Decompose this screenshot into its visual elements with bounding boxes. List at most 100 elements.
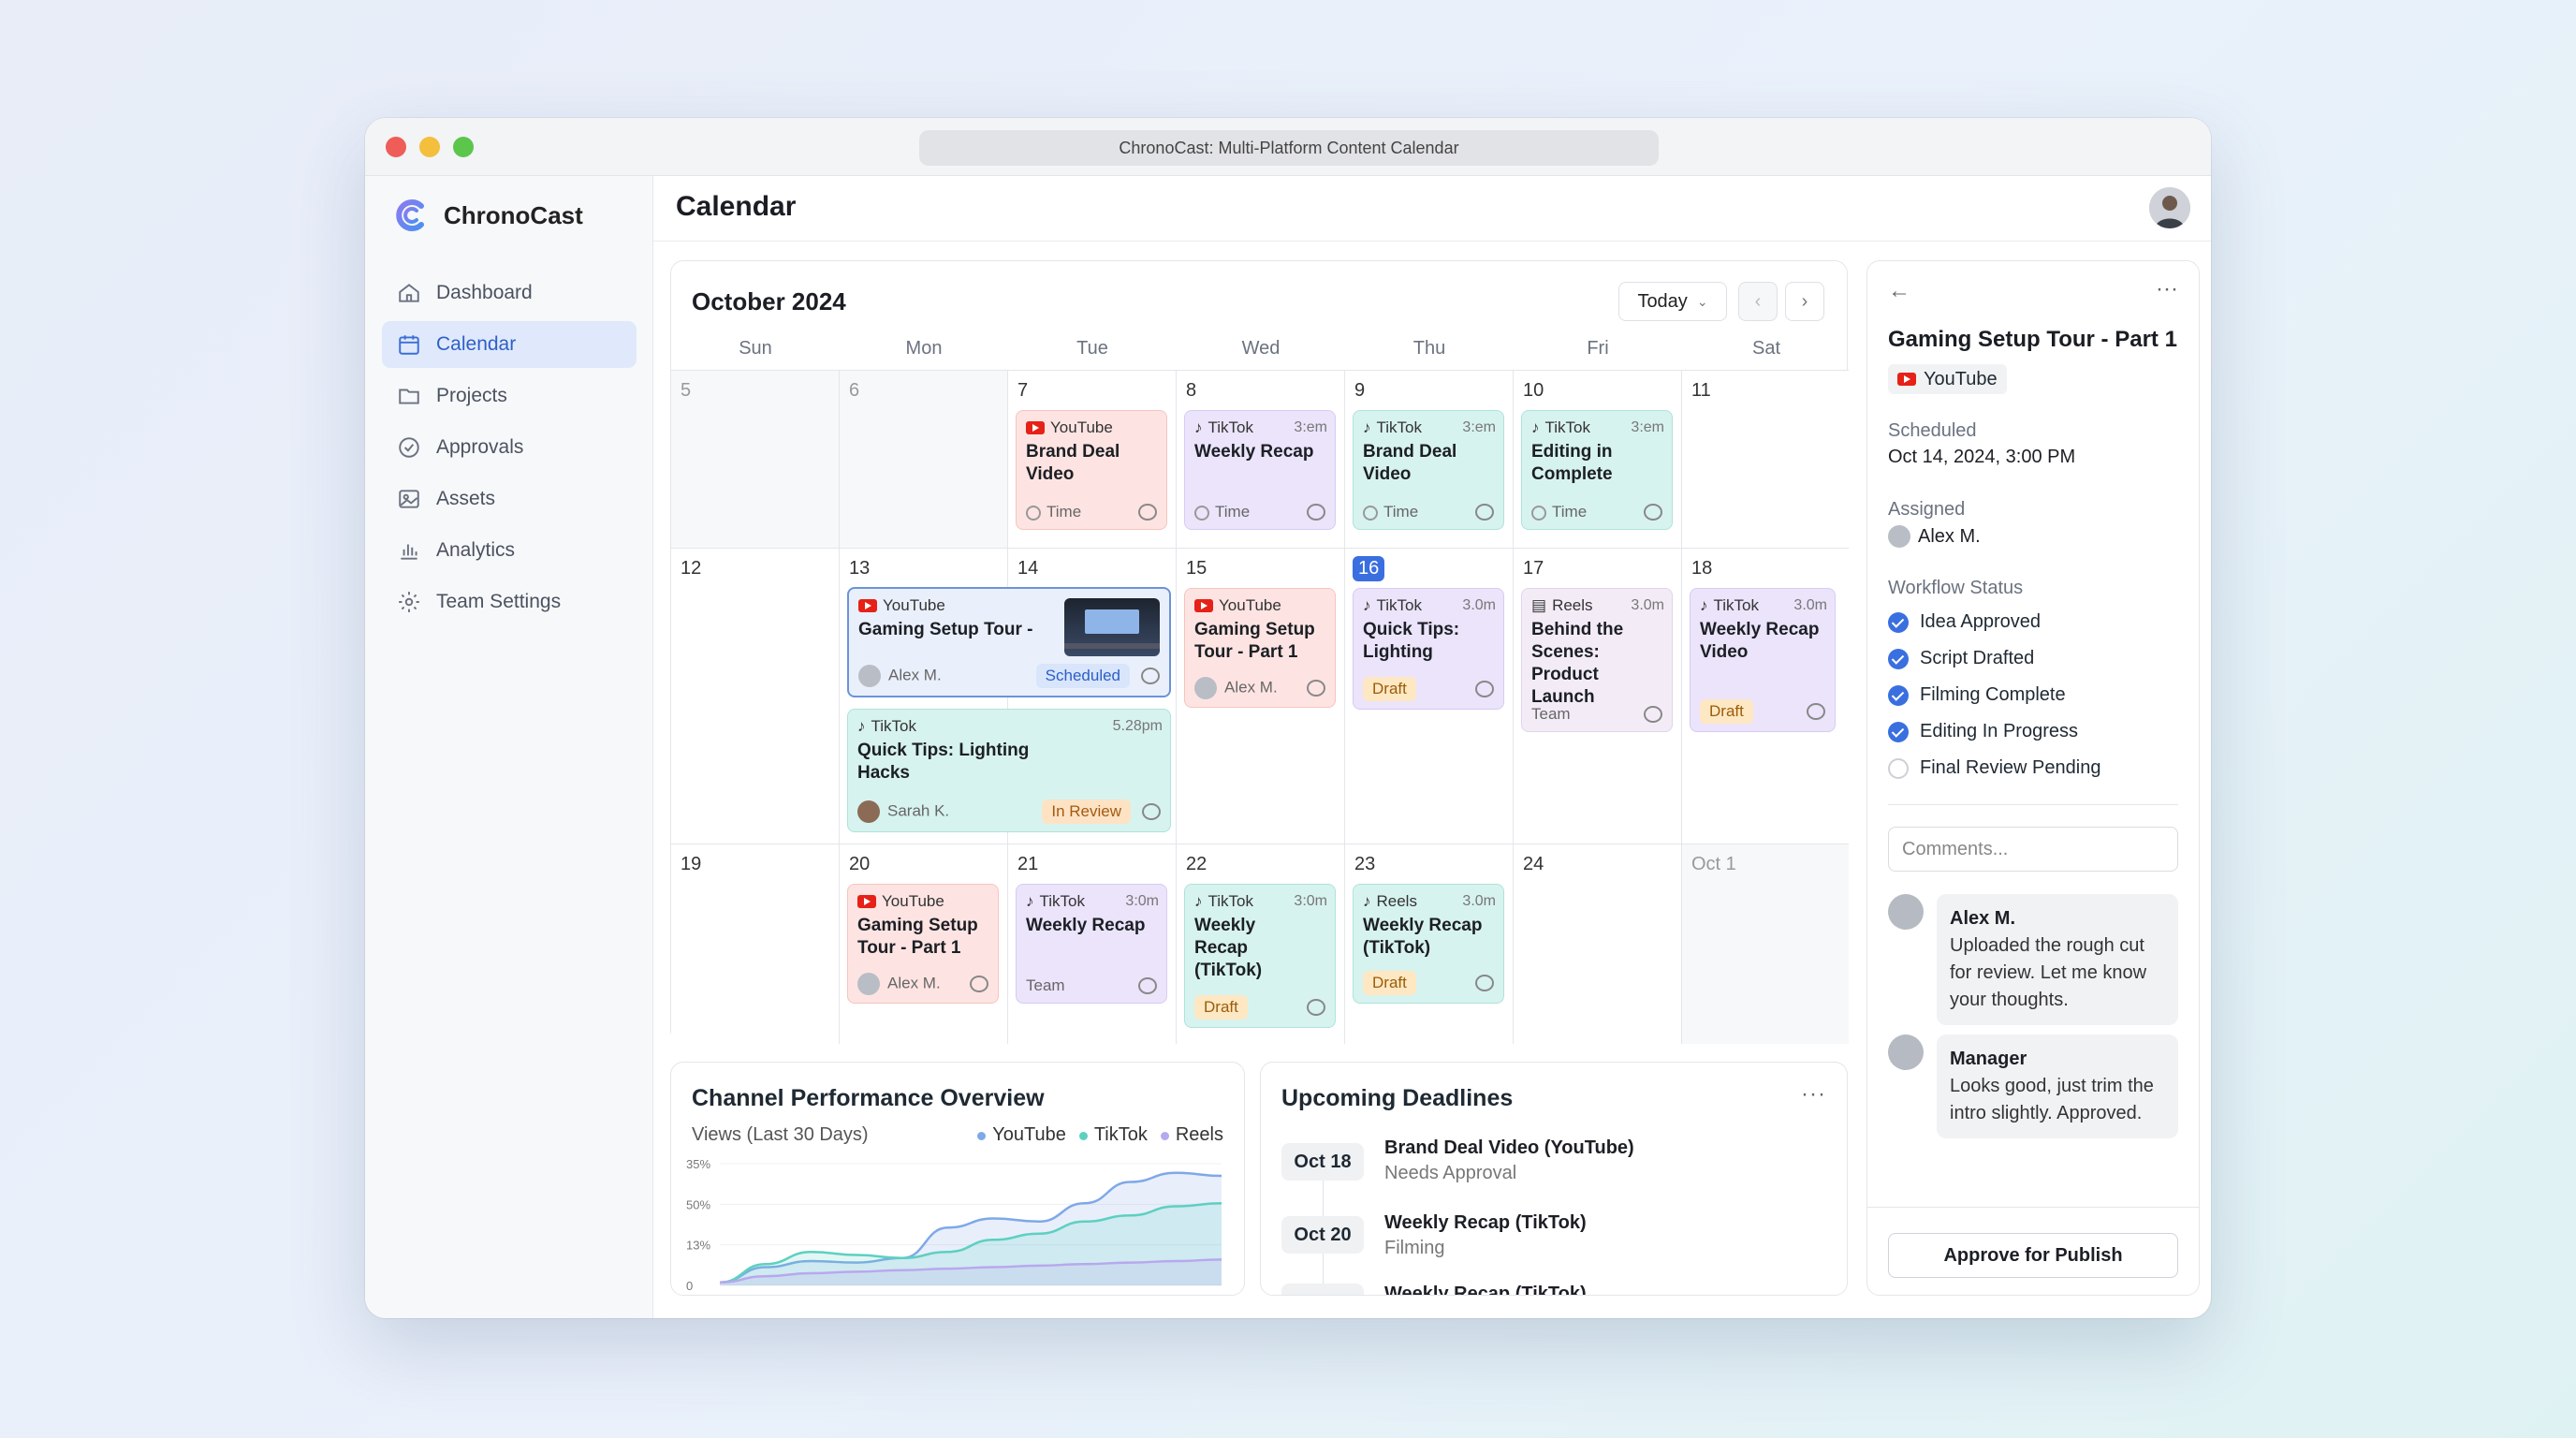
sidebar-item-dashboard[interactable]: Dashboard bbox=[382, 270, 637, 316]
close-window-button[interactable] bbox=[386, 137, 406, 157]
sidebar-item-team-settings[interactable]: Team Settings bbox=[382, 579, 637, 625]
next-month-button[interactable]: › bbox=[1785, 282, 1824, 321]
weekday-label: Fri bbox=[1587, 338, 1609, 359]
day-cell[interactable]: 6 bbox=[840, 370, 1008, 548]
event-card[interactable]: ♪ TikTok 3:0m Weekly Recap (TikTok) Draft bbox=[1184, 884, 1336, 1028]
maximize-window-button[interactable] bbox=[453, 137, 474, 157]
day-cell[interactable]: 18 ♪ TikTok 3.0m Weekly Recap Video Draft bbox=[1682, 548, 1849, 844]
event-card[interactable]: YouTube Gaming Setup Tour - Part 1 Alex … bbox=[1184, 588, 1336, 708]
folder-icon bbox=[399, 389, 419, 404]
comment-icon[interactable] bbox=[970, 976, 988, 992]
weekday-label: Mon bbox=[905, 338, 943, 359]
day-cell[interactable]: 22 ♪ TikTok 3:0m Weekly Recap (TikTok) Dr… bbox=[1177, 844, 1345, 1044]
sidebar-item-assets[interactable]: Assets bbox=[382, 476, 637, 522]
event-footer: Team bbox=[1026, 976, 1157, 995]
day-cell[interactable]: 8 ♪ TikTok 3:em Weekly Recap Time bbox=[1177, 370, 1345, 548]
comment-icon[interactable] bbox=[1475, 681, 1494, 697]
approve-button[interactable]: Approve for Publish bbox=[1888, 1233, 2178, 1278]
comment-icon[interactable] bbox=[1307, 680, 1325, 697]
day-number: 15 bbox=[1186, 558, 1208, 579]
brand[interactable]: ChronoCast bbox=[393, 197, 583, 234]
avatar bbox=[858, 665, 881, 687]
clock-icon bbox=[1194, 505, 1209, 521]
comment-icon[interactable] bbox=[1142, 803, 1161, 820]
day-cell[interactable]: 24 bbox=[1514, 844, 1682, 1044]
event-card[interactable]: ♪ TikTok 5.28pm Quick Tips: Lighting Hack… bbox=[847, 709, 1171, 832]
workflow-step-label: Final Review Pending bbox=[1920, 757, 2101, 778]
day-cell[interactable]: 15 YouTube Gaming Setup Tour - Part 1 Al… bbox=[1177, 548, 1345, 844]
workflow-step[interactable]: Script Drafted bbox=[1888, 648, 2034, 669]
comment-input[interactable]: Comments... bbox=[1888, 827, 2178, 872]
day-cell[interactable]: 7 YouTube Brand Deal Video Time bbox=[1008, 370, 1177, 548]
deadline-item[interactable]: Oct 18 Brand Deal Video (YouTube) Needs A… bbox=[1281, 1137, 1634, 1184]
comment-icon[interactable] bbox=[1475, 975, 1494, 991]
user-avatar[interactable] bbox=[2149, 187, 2190, 228]
workflow-step[interactable]: Filming Complete bbox=[1888, 684, 2066, 706]
event-card[interactable]: ▤ Reels 3.0m Behind the Scenes: Product L… bbox=[1521, 588, 1673, 732]
calendar-grid: 5 6 7 YouTube Brand Deal Video Time 8 ♪ T… bbox=[671, 370, 1849, 1044]
comment-icon[interactable] bbox=[1307, 504, 1325, 521]
day-cell[interactable]: 11 bbox=[1682, 370, 1849, 548]
workflow-step[interactable]: Idea Approved bbox=[1888, 611, 2041, 633]
workflow-step[interactable]: Editing In Progress bbox=[1888, 721, 2078, 742]
minimize-window-button[interactable] bbox=[419, 137, 440, 157]
event-footer: Draft bbox=[1363, 677, 1494, 701]
workflow-step[interactable]: Final Review Pending bbox=[1888, 757, 2100, 779]
today-dropdown[interactable]: Today ⌄ bbox=[1618, 282, 1727, 321]
more-options-icon[interactable]: ··· bbox=[1801, 1081, 1826, 1108]
comment-icon[interactable] bbox=[1138, 504, 1157, 521]
day-number: 21 bbox=[1017, 854, 1039, 874]
day-cell[interactable]: 21 ♪ TikTok 3:0m Weekly Recap Team bbox=[1008, 844, 1177, 1044]
event-footer: Draft bbox=[1363, 971, 1494, 995]
event-card[interactable]: YouTube Gaming Setup Tour - Part 1 Alex … bbox=[847, 884, 999, 1004]
divider bbox=[1867, 1207, 2199, 1208]
event-card[interactable]: ♪ TikTok 3:em Brand Deal Video Time bbox=[1353, 410, 1504, 530]
comment-icon[interactable] bbox=[1475, 504, 1494, 521]
sidebar-item-approvals[interactable]: Approvals bbox=[382, 424, 637, 471]
day-cell[interactable]: 10 ♪ TikTok 3:em Editing in Complete Time bbox=[1514, 370, 1682, 548]
event-card-selected[interactable]: YouTube Gaming Setup Tour - Alex M. Sched… bbox=[847, 587, 1171, 697]
comment-icon[interactable] bbox=[1138, 977, 1157, 994]
comment-icon[interactable] bbox=[1644, 706, 1662, 723]
comment-icon[interactable] bbox=[1307, 999, 1325, 1016]
prev-month-button[interactable]: ‹ bbox=[1738, 282, 1778, 321]
day-cell[interactable]: Oct 1 bbox=[1682, 844, 1849, 1044]
event-card[interactable]: ♪ TikTok 3.0m Weekly Recap Video Draft bbox=[1690, 588, 1836, 732]
deadline-title: Weekly Recap (TikTok) bbox=[1384, 1212, 1587, 1233]
deadline-item[interactable]: Weekly Recap (TikTok) bbox=[1281, 1284, 1587, 1295]
platform-name: TikTok bbox=[1208, 892, 1254, 910]
day-cell[interactable]: 20 YouTube Gaming Setup Tour - Part 1 Al… bbox=[840, 844, 1008, 1044]
event-card[interactable]: ♪ TikTok 3:em Weekly Recap Time bbox=[1184, 410, 1336, 530]
comment-bubble: Alex M. Uploaded the rough cut for review… bbox=[1937, 894, 2178, 1025]
assigned-label: Assigned bbox=[1888, 499, 1966, 520]
youtube-icon bbox=[858, 599, 877, 612]
sidebar-item-calendar[interactable]: Calendar bbox=[382, 321, 637, 368]
event-footer: Draft bbox=[1700, 699, 1825, 724]
day-number: 5 bbox=[681, 380, 692, 401]
event-footer: Time bbox=[1363, 503, 1494, 521]
deadline-item[interactable]: Oct 20 Weekly Recap (TikTok) Filming bbox=[1281, 1212, 1587, 1259]
detail-panel: ← ··· Gaming Setup Tour - Part 1 YouTube… bbox=[1866, 260, 2200, 1296]
sidebar-item-analytics[interactable]: Analytics bbox=[382, 527, 637, 574]
comment-icon[interactable] bbox=[1141, 668, 1160, 684]
comment-icon[interactable] bbox=[1807, 703, 1825, 720]
event-title: Brand Deal Video bbox=[1026, 442, 1120, 484]
more-options-icon[interactable]: ··· bbox=[2156, 276, 2178, 302]
day-cell[interactable]: 16 ♪ TikTok 3.0m Quick Tips: Lighting Dra… bbox=[1345, 548, 1514, 844]
back-arrow-icon[interactable]: ← bbox=[1888, 278, 1910, 304]
tiktok-icon: ♪ bbox=[1531, 418, 1540, 436]
event-card[interactable]: ♪ Reels 3.0m Weekly Recap (TikTok) Draft bbox=[1353, 884, 1504, 1004]
event-card[interactable]: ♪ TikTok 3:em Editing in Complete Time bbox=[1521, 410, 1673, 530]
day-cell[interactable]: 19 bbox=[671, 844, 840, 1044]
day-cell[interactable]: 12 bbox=[671, 548, 840, 844]
deadline-date: Oct 18 bbox=[1281, 1143, 1364, 1181]
day-cell[interactable]: 9 ♪ TikTok 3:em Brand Deal Video Time bbox=[1345, 370, 1514, 548]
day-cell[interactable]: 23 ♪ Reels 3.0m Weekly Recap (TikTok) Dra… bbox=[1345, 844, 1514, 1044]
sidebar-item-projects[interactable]: Projects bbox=[382, 373, 637, 419]
day-cell[interactable]: 17 ▤ Reels 3.0m Behind the Scenes: Produc… bbox=[1514, 548, 1682, 844]
event-card[interactable]: ♪ TikTok 3:0m Weekly Recap Team bbox=[1016, 884, 1167, 1004]
day-cell[interactable]: 5 bbox=[671, 370, 840, 548]
comment-icon[interactable] bbox=[1644, 504, 1662, 521]
event-card[interactable]: YouTube Brand Deal Video Time bbox=[1016, 410, 1167, 530]
event-card[interactable]: ♪ TikTok 3.0m Quick Tips: Lighting Draft bbox=[1353, 588, 1504, 710]
